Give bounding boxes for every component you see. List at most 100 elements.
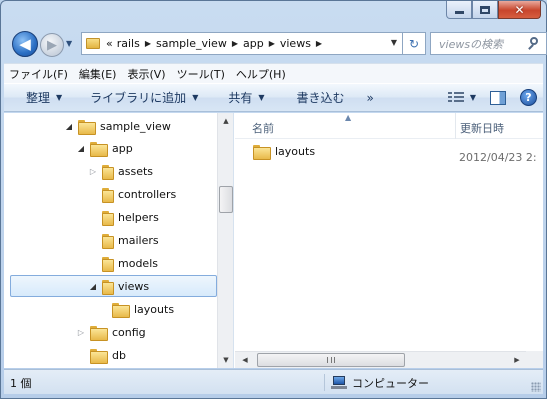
- zone-label: コンピューター: [352, 376, 429, 390]
- file-name: layouts: [275, 145, 316, 158]
- folder-icon: [102, 210, 114, 226]
- menu-file[interactable]: ファイル(F): [4, 66, 74, 82]
- breadcrumb-separator-icon[interactable]: ▶: [145, 39, 151, 48]
- tree-item-mailers[interactable]: mailers: [102, 229, 159, 251]
- folder-icon: [102, 279, 114, 295]
- back-button[interactable]: ◀: [12, 31, 38, 57]
- search-icon[interactable]: [526, 36, 542, 52]
- scrollbar-thumb[interactable]: [219, 186, 233, 213]
- breadcrumb-separator-icon[interactable]: ▶: [316, 39, 322, 48]
- file-row-layouts[interactable]: layouts: [253, 145, 316, 160]
- more-commands-icon: »: [366, 90, 374, 105]
- scroll-right-icon[interactable]: ▶: [509, 352, 525, 368]
- preview-pane-icon[interactable]: [490, 90, 506, 105]
- command-bar: 整理 ▼ ライブラリに追加 ▼ 共有 ▼ 書き込む » ▼ ?: [4, 83, 543, 112]
- tree-item-label: app: [112, 141, 133, 155]
- scroll-left-icon[interactable]: ◀: [237, 352, 253, 368]
- scroll-up-icon[interactable]: ▲: [218, 113, 233, 129]
- refresh-icon: ↻: [408, 36, 420, 51]
- add-to-library-button[interactable]: ライブラリに追加 ▼: [72, 84, 208, 111]
- add-to-library-label: ライブラリに追加: [90, 91, 187, 105]
- expander-collapsed-icon[interactable]: ▷: [76, 328, 86, 337]
- refresh-button[interactable]: ↻: [403, 32, 426, 55]
- scrollbar-thumb[interactable]: [257, 353, 405, 367]
- file-list-scrollbar[interactable]: ◀ ▶: [235, 351, 543, 368]
- tree-item-views[interactable]: ◢ views: [10, 275, 217, 297]
- forward-button[interactable]: ▶: [40, 33, 64, 57]
- breadcrumb-item-views[interactable]: views: [280, 37, 311, 50]
- breadcrumb-item-rails[interactable]: rails: [117, 37, 140, 50]
- search-box[interactable]: viewsの検索: [430, 32, 547, 55]
- tree-item-models[interactable]: models: [102, 252, 158, 274]
- breadcrumb-item-app[interactable]: app: [243, 37, 264, 50]
- status-zone: コンピューター: [324, 374, 429, 391]
- computer-icon: [331, 376, 347, 389]
- address-bar[interactable]: « rails ▶ sample_view ▶ app ▶ views ▶ ▼: [81, 32, 403, 55]
- chevron-down-icon: ▼: [56, 93, 63, 102]
- close-button[interactable]: ✕: [498, 1, 541, 19]
- burn-button[interactable]: 書き込む: [275, 84, 355, 111]
- tree-item-label: db: [112, 348, 126, 362]
- view-controls: ▼ ?: [447, 84, 543, 111]
- back-arrow-icon: ◀: [19, 35, 31, 53]
- expander-open-icon[interactable]: ◢: [88, 282, 98, 291]
- folder-icon: [102, 164, 114, 180]
- tree-item-label: mailers: [118, 233, 159, 247]
- scrollbar-corner: [526, 351, 543, 368]
- breadcrumb-item-sample-view[interactable]: sample_view: [156, 37, 227, 50]
- column-header-row: ▲ 名前 更新日時: [235, 113, 543, 139]
- content-area: ◢ sample_view ◢ app ▷ assets controllers…: [4, 113, 543, 368]
- more-commands-button[interactable]: »: [355, 84, 384, 111]
- recent-pages-dropdown-icon[interactable]: ▼: [66, 39, 72, 48]
- menu-view[interactable]: 表示(V): [122, 66, 171, 82]
- close-icon: ✕: [514, 2, 525, 17]
- tree-item-db[interactable]: db: [90, 344, 126, 366]
- menu-edit[interactable]: 編集(E): [74, 66, 123, 82]
- navigation-pane-scrollbar[interactable]: ▲ ▼: [217, 113, 233, 368]
- expander-collapsed-icon[interactable]: ▷: [88, 167, 98, 176]
- share-label: 共有: [228, 91, 253, 105]
- view-options-dropdown-icon[interactable]: ▼: [470, 93, 476, 102]
- breadcrumb-overflow[interactable]: «: [106, 37, 113, 50]
- tree-item-assets[interactable]: ▷ assets: [88, 160, 153, 182]
- share-button[interactable]: 共有 ▼: [208, 84, 274, 111]
- caption-buttons: ✕: [446, 1, 541, 19]
- folder-icon: [86, 38, 100, 49]
- tree-item-config[interactable]: ▷ config: [76, 321, 146, 343]
- explorer-window: ✕ ◀ ▶ ▼ « rails ▶ sample_view ▶ app ▶ vi…: [0, 0, 547, 399]
- folder-icon: [78, 119, 96, 135]
- tree-item-sample-view[interactable]: ◢ sample_view: [64, 115, 171, 137]
- change-view-icon[interactable]: [447, 91, 464, 104]
- breadcrumb-separator-icon[interactable]: ▶: [269, 39, 275, 48]
- tree-item-label: config: [112, 325, 146, 339]
- tree-item-label: controllers: [118, 187, 177, 201]
- organize-button[interactable]: 整理 ▼: [4, 84, 72, 111]
- tree-item-controllers[interactable]: controllers: [102, 183, 176, 205]
- resize-grip-icon[interactable]: [531, 382, 541, 392]
- maximize-button[interactable]: [472, 1, 498, 19]
- breadcrumb: « rails ▶ sample_view ▶ app ▶ views ▶: [106, 37, 327, 50]
- status-bar: 1 個 コンピューター: [4, 369, 543, 394]
- breadcrumb-separator-icon[interactable]: ▶: [232, 39, 238, 48]
- column-header-date[interactable]: 更新日時: [455, 113, 504, 139]
- minimize-button[interactable]: [446, 1, 472, 19]
- column-header-name[interactable]: 名前: [252, 120, 274, 136]
- expander-open-icon[interactable]: ◢: [76, 144, 86, 153]
- menu-tools[interactable]: ツール(T): [172, 66, 231, 82]
- tree-item-app[interactable]: ◢ app: [76, 137, 133, 159]
- search-input[interactable]: viewsの検索: [439, 36, 526, 52]
- forward-arrow-icon: ▶: [47, 37, 57, 53]
- scroll-down-icon[interactable]: ▼: [218, 352, 233, 368]
- address-dropdown-icon[interactable]: ▼: [391, 38, 397, 47]
- expander-open-icon[interactable]: ◢: [64, 122, 74, 131]
- tree-item-label: sample_view: [100, 119, 171, 133]
- tree-item-helpers[interactable]: helpers: [102, 206, 159, 228]
- menu-help[interactable]: ヘルプ(H): [231, 66, 292, 82]
- navigation-bar: ◀ ▶ ▼ « rails ▶ sample_view ▶ app ▶ view…: [9, 29, 547, 59]
- tree-item-label: helpers: [118, 210, 159, 224]
- burn-label: 書き込む: [296, 91, 345, 105]
- tree-item-layouts[interactable]: layouts: [112, 298, 174, 320]
- help-icon[interactable]: ?: [520, 89, 537, 106]
- folder-icon: [90, 348, 108, 364]
- folder-icon: [102, 187, 114, 203]
